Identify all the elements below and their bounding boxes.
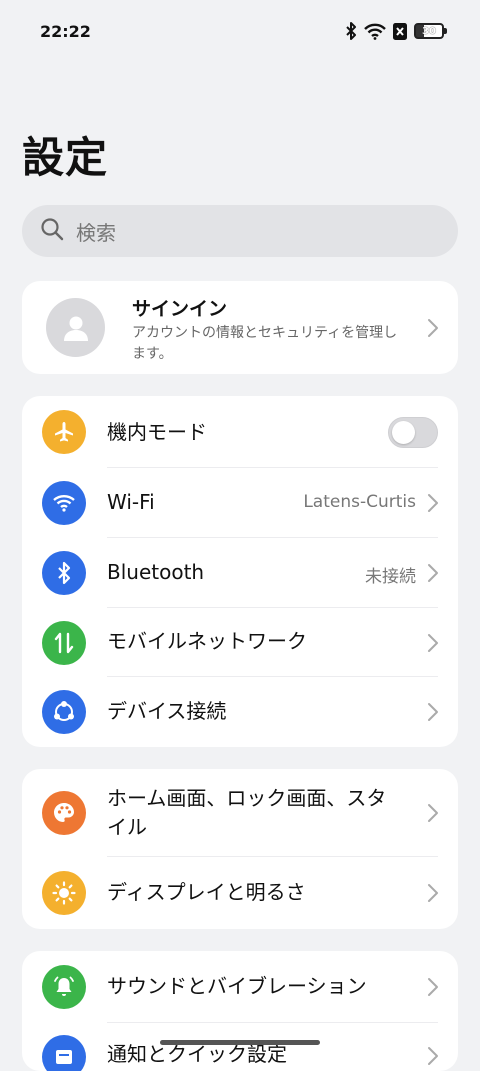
page-title: 設定 [22,133,109,182]
bluetooth-icon [42,551,86,595]
wifi-row[interactable]: Wi-Fi Latens-Curtis [22,468,458,538]
status-bar: 22:22 30 [0,0,480,62]
personalization-card: ホーム画面、ロック画面、スタイル ディスプレイと明るさ [22,769,458,929]
notifications-row[interactable]: 通知とクイック設定 [22,1023,458,1071]
chevron-right-icon [428,494,438,512]
device-connection-label: デバイス接続 [107,699,227,723]
sound-vibration-label: サウンドとバイブレーション [107,974,367,998]
palette-icon [42,791,86,835]
bluetooth-status-icon [345,22,357,40]
status-time: 22:22 [40,21,91,41]
avatar [46,298,105,357]
bluetooth-status: 未接続 [365,567,416,587]
brightness-icon [42,871,86,915]
sound-notification-card: サウンドとバイブレーション 通知とクイック設定 [22,951,458,1071]
device-connection-row[interactable]: デバイス接続 [22,677,458,747]
signin-subtitle: アカウントの情報とセキュリティを管理します。 [132,325,398,362]
bluetooth-row[interactable]: Bluetooth 未接続 [22,538,458,608]
device-connection-icon [42,690,86,734]
account-signin-card[interactable]: サインイン アカウントの情報とセキュリティを管理します。 [22,281,458,374]
battery-level: 30 [422,25,436,37]
status-icons: 30 [345,22,447,40]
airplane-mode-label: 機内モード [107,420,207,444]
connectivity-card: 機内モード Wi-Fi Latens-Curtis Bluetooth 未接続 … [22,396,458,747]
display-brightness-label: ディスプレイと明るさ [107,880,306,904]
display-brightness-row[interactable]: ディスプレイと明るさ [22,857,458,929]
airplane-mode-toggle[interactable] [388,417,438,448]
toggle-knob [392,421,415,444]
airplane-icon [42,410,86,454]
chevron-right-icon [428,564,438,582]
search-input[interactable]: 検索 [22,205,458,257]
wifi-network-name: Latens-Curtis [303,492,416,512]
notification-icon [42,1035,86,1071]
home-screen-style-row[interactable]: ホーム画面、ロック画面、スタイル [22,769,458,857]
chevron-right-icon [428,1047,438,1065]
chevron-right-icon [428,319,438,337]
mobile-network-label: モバイルネットワーク [107,629,307,653]
chevron-right-icon [428,634,438,652]
signin-title: サインイン [132,298,228,320]
mobile-network-row[interactable]: モバイルネットワーク [22,608,458,677]
home-screen-style-label: ホーム画面、ロック画面、スタイル [107,786,387,839]
wifi-status-icon [364,23,386,40]
wifi-icon [42,481,86,525]
wifi-label: Wi-Fi [107,490,155,514]
battery-icon: 30 [414,23,447,39]
search-icon [40,217,64,245]
chevron-right-icon [428,884,438,902]
chevron-right-icon [428,703,438,721]
sound-vibration-row[interactable]: サウンドとバイブレーション [22,951,458,1023]
user-icon [63,316,88,341]
no-sim-icon [393,22,407,40]
mobile-data-icon [42,621,86,665]
search-placeholder: 検索 [76,220,116,245]
bell-icon [42,965,86,1009]
airplane-mode-row[interactable]: 機内モード [22,396,458,468]
chevron-right-icon [428,978,438,996]
chevron-right-icon [428,804,438,822]
home-indicator[interactable] [160,1040,320,1045]
bluetooth-label: Bluetooth [107,560,205,584]
